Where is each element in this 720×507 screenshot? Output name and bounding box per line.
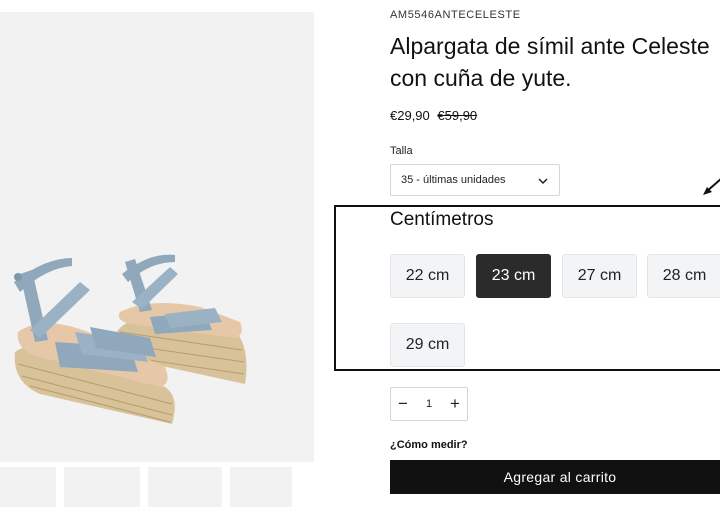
size-select[interactable]: 35 - últimas unidades [390, 164, 560, 196]
size-option-27[interactable]: 27 cm [562, 254, 637, 298]
original-price: €59,90 [437, 108, 478, 123]
product-sku: AM5546ANTECELESTE [390, 9, 521, 21]
size-select-value: 35 - últimas unidades [401, 174, 506, 186]
centimeters-heading: Centímetros [390, 209, 494, 230]
quantity-stepper: − 1 + [390, 387, 468, 421]
size-option-23-selected[interactable]: 23 cm [476, 254, 551, 298]
thumbnail[interactable] [0, 467, 56, 507]
size-option-29[interactable]: 29 cm [390, 323, 465, 367]
decrease-quantity-button[interactable]: − [391, 388, 415, 420]
product-title: Alpargata de símil ante Celeste con cuña… [390, 30, 720, 94]
product-title-line: con cuña de yute. [390, 65, 572, 91]
product-title-line: Alpargata de símil ante Celeste [390, 33, 710, 59]
thumbnail-strip [0, 467, 314, 507]
chevron-down-icon [538, 178, 548, 185]
annotation-arrow-icon [703, 178, 720, 195]
increase-quantity-button[interactable]: + [443, 388, 467, 420]
add-to-cart-button[interactable]: Agregar al carrito [390, 460, 720, 494]
sandals-illustration [14, 254, 247, 424]
current-price: €29,90 [390, 108, 430, 123]
price-block: €29,90 €59,90 [390, 108, 477, 123]
how-to-measure-link[interactable]: ¿Cómo medir? [390, 439, 468, 451]
size-option-22[interactable]: 22 cm [390, 254, 465, 298]
thumbnail[interactable] [148, 467, 222, 507]
product-image[interactable] [0, 12, 314, 462]
thumbnail[interactable] [230, 467, 292, 507]
size-label: Talla [390, 145, 413, 157]
thumbnail[interactable] [64, 467, 140, 507]
quantity-value[interactable]: 1 [415, 388, 443, 420]
size-option-28[interactable]: 28 cm [647, 254, 720, 298]
